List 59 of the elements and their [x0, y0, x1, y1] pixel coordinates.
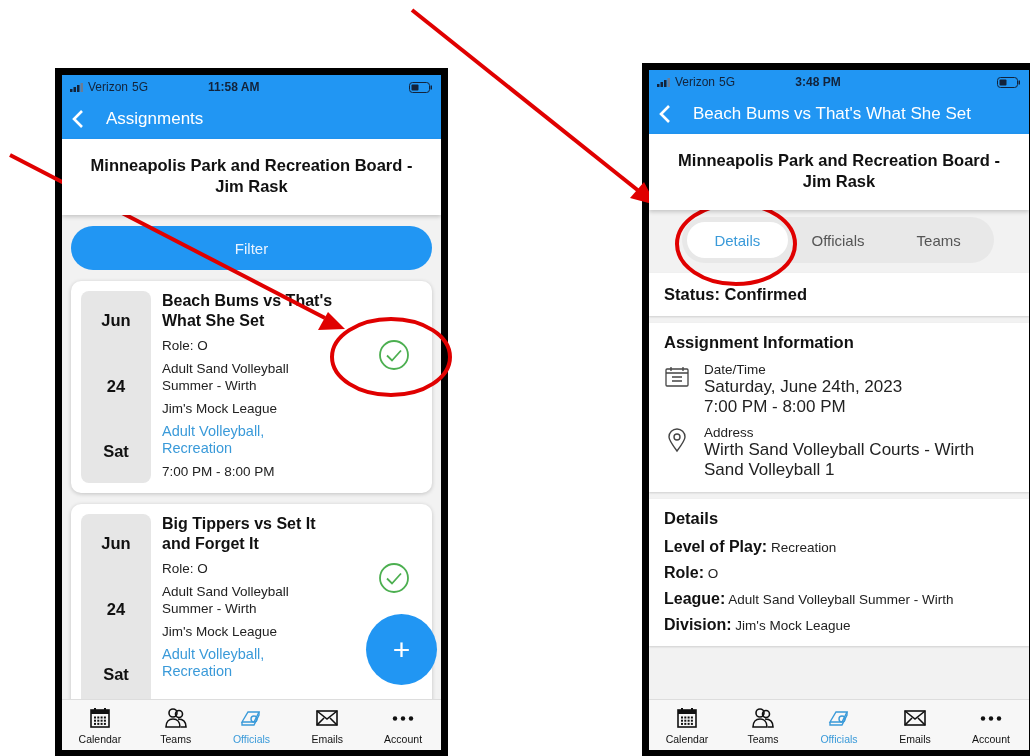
league-text: Adult Sand Volleyball Summer - Wirth [162, 583, 290, 617]
league-text: Adult Sand Volleyball Summer - Wirth [162, 360, 290, 394]
date-day: 24 [106, 599, 126, 619]
info-label: Date/Time [704, 362, 767, 377]
detail-field: Level of Play: Recreation [664, 538, 1014, 556]
game-title: Big Tippers vs Set It and Forget It [162, 514, 317, 554]
info-label: Address [704, 425, 755, 440]
time-text: 7:00 PM - 8:00 PM [162, 463, 276, 480]
date-day: 24 [106, 376, 126, 396]
detail-field: League: Adult Sand Volleyball Summer - Wirth [664, 590, 1014, 608]
calendar-icon [664, 364, 690, 390]
tab-bar-item[interactable]: Emails [877, 700, 953, 750]
signal-icon [657, 77, 671, 87]
info-value: Wirth Sand Volleyball Courts - Wirth Sand Volleyball 1 [704, 440, 976, 480]
date-weekday: Sat [103, 665, 129, 684]
date-month: Jun [101, 311, 131, 330]
calendar-icon [675, 705, 699, 730]
status-time: 11:58 AM [207, 80, 260, 94]
role-text: Role: O [162, 337, 209, 354]
carrier-name: Verizon [88, 80, 129, 94]
more-icon [391, 715, 416, 721]
organization-title: Minneapolis Park and Recreation Board - Jim Rask [649, 134, 1029, 210]
section-heading: Assignment Information [664, 333, 855, 352]
back-icon[interactable] [659, 104, 671, 124]
status-time: 3:48 PM [795, 75, 841, 89]
tab-bar-item[interactable]: Calendar [649, 700, 725, 750]
tab-bar-item[interactable]: Teams [725, 700, 801, 750]
detail-field: Role: O [664, 564, 1014, 582]
people-icon [163, 705, 188, 730]
segment-tab[interactable]: Officials [787, 222, 889, 258]
date-month: Jun [101, 534, 131, 553]
organization-title: Minneapolis Park and Recreation Board - Jim Rask [62, 139, 441, 215]
division-text: Jim's Mock League [162, 623, 279, 640]
header-title: Assignments [106, 109, 204, 129]
status-text: Status: Confirmed [649, 273, 1029, 316]
tab-bar-item[interactable]: Account [365, 700, 441, 750]
info-value: 7:00 PM - 8:00 PM [704, 397, 847, 417]
battery-icon [409, 81, 433, 93]
division-text: Jim's Mock League [162, 400, 279, 417]
detail-field: Division: Jim's Mock League [664, 616, 1014, 634]
role-text: Role: O [162, 560, 209, 577]
network-type: 5G [719, 75, 736, 89]
tab-bar-item[interactable]: Emails [289, 700, 366, 750]
calendar-icon [87, 705, 112, 730]
signal-icon [70, 82, 84, 92]
tab-bar-item[interactable]: Teams [137, 700, 214, 750]
tab-bar-item[interactable]: Calendar [62, 700, 138, 750]
section-heading: Details [664, 509, 720, 528]
segment-tab[interactable]: Teams [888, 222, 989, 258]
more-icon [979, 715, 1003, 721]
info-value: Saturday, June 24th, 2023 [704, 377, 904, 397]
network-type: 5G [132, 80, 149, 94]
battery-icon [997, 76, 1021, 88]
people-icon [751, 705, 775, 730]
date-weekday: Sat [103, 442, 129, 461]
back-icon[interactable] [72, 109, 84, 129]
carrier-name: Verizon [675, 75, 716, 89]
header-title: Beach Bums vs That's What She Set [693, 104, 971, 124]
tab-bar-item[interactable]: Account [953, 700, 1029, 750]
